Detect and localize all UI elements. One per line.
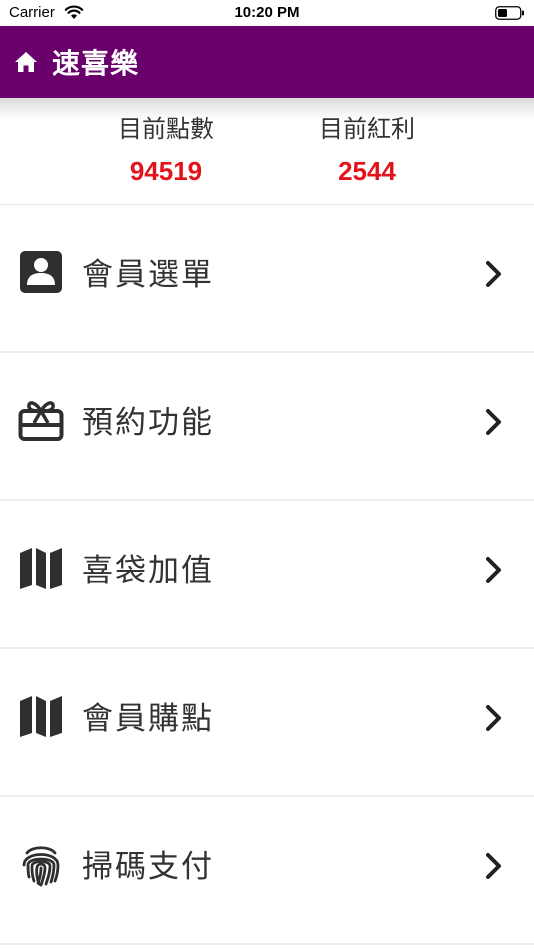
points-stat: 目前點數 94519 [96,114,236,188]
status-bar: Carrier 10:20 PM [0,0,534,26]
bonus-value: 2544 [338,156,396,186]
menu-item-label: 喜袋加值 [82,553,214,589]
menu-item-label: 掃碼支付 [82,849,214,885]
fingerprint-icon [22,846,60,887]
main-menu: 會員選單 預約功能 喜袋加值 會員購點 掃碼支付 [0,205,534,945]
menu-item-booking[interactable]: 預約功能 [0,353,534,501]
home-icon[interactable] [14,51,38,73]
bonus-label: 目前紅利 [319,115,415,143]
menu-item-topup[interactable]: 喜袋加值 [0,501,534,649]
bonus-stat: 目前紅利 2544 [297,114,437,188]
balance-summary: 目前點數 94519 目前紅利 2544 [0,98,534,205]
menu-item-label: 會員選單 [82,257,214,293]
chevron-right-icon [486,409,501,435]
chevron-right-icon [486,261,501,287]
member-card-icon [20,251,62,293]
points-label: 目前點數 [118,115,214,143]
menu-item-buy-points[interactable]: 會員購點 [0,649,534,797]
map-icon [20,548,62,589]
app-title: 速喜樂 [52,47,140,80]
gift-card-icon [18,401,64,441]
chevron-right-icon [486,557,501,583]
chevron-right-icon [486,853,501,879]
menu-item-label: 預約功能 [82,405,214,441]
chevron-right-icon [486,705,501,731]
menu-item-member[interactable]: 會員選單 [0,205,534,353]
clock-time: 10:20 PM [234,4,300,21]
map-icon [20,696,62,737]
menu-item-scan-pay[interactable]: 掃碼支付 [0,797,534,945]
battery-icon [495,6,524,20]
points-value: 94519 [129,156,203,186]
nav-bar: 速喜樂 [0,26,534,98]
menu-item-label: 會員購點 [82,701,214,737]
